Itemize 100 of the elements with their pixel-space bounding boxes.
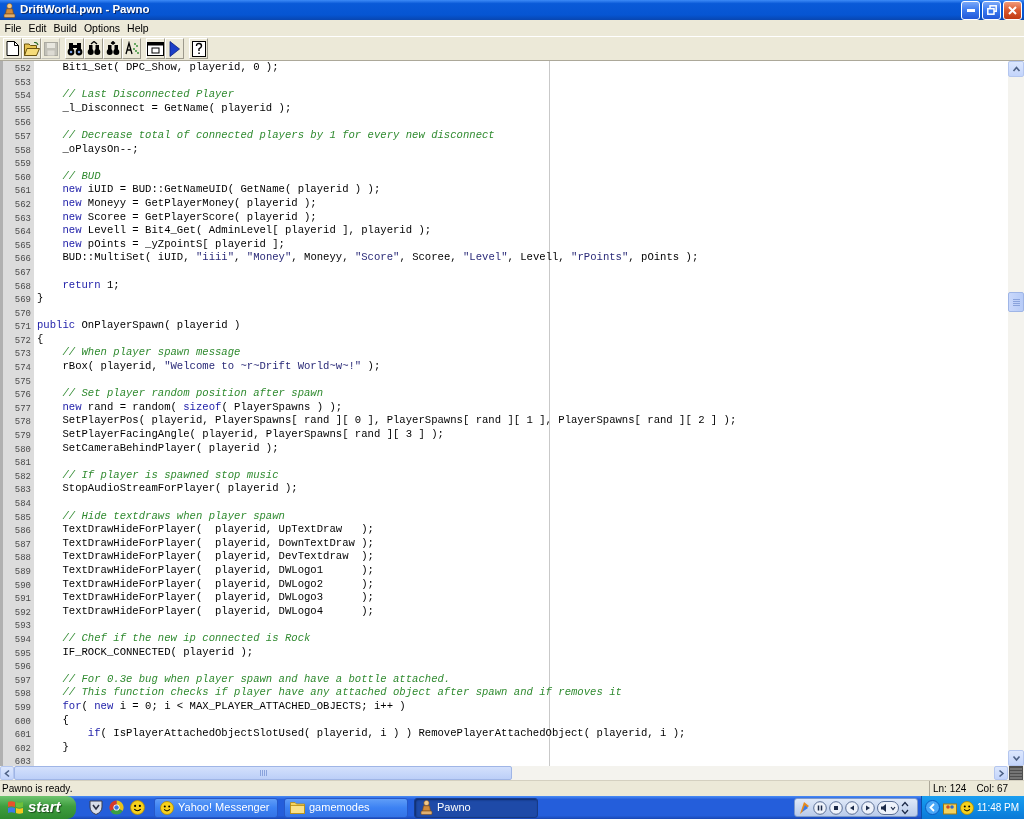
replace-button[interactable] — [103, 38, 122, 59]
code-line: SetCameraBehindPlayer( playerid ); — [62, 441, 279, 454]
scroll-right-button[interactable] — [994, 766, 1008, 780]
smiley-icon[interactable] — [960, 800, 974, 815]
line-number: 558 — [14, 145, 31, 156]
line-number: 561 — [14, 186, 31, 197]
line-number: 603 — [14, 757, 31, 766]
clock: 11:48 PM — [977, 801, 1020, 815]
line-number: 597 — [14, 675, 31, 686]
code-line: TextDrawHideForPlayer( playerid, DevTextdraw ); — [62, 550, 374, 563]
menu-item[interactable]: Build — [50, 21, 81, 35]
pawn-figure-icon — [3, 2, 16, 18]
scroll-down-button[interactable] — [1008, 750, 1024, 766]
line-number: 569 — [14, 295, 31, 306]
line-number: 592 — [14, 607, 31, 618]
line-number: 566 — [14, 254, 31, 265]
stop-icon[interactable] — [829, 800, 843, 815]
help-button[interactable] — [189, 38, 208, 59]
line-number: 589 — [14, 566, 31, 577]
menu-item[interactable]: File — [1, 21, 25, 35]
compile-button[interactable] — [165, 38, 184, 59]
line-number: 595 — [14, 648, 31, 659]
line-number: 587 — [14, 539, 31, 550]
code-line: // If player is spawned stop music — [62, 468, 279, 481]
line-number: 574 — [14, 363, 31, 374]
code-line: // This function checks if player have any attached object after spawn and if removes it — [62, 686, 622, 699]
menu-item[interactable]: Help — [123, 21, 153, 35]
scroll-left-button[interactable] — [0, 766, 14, 780]
line-number: 555 — [14, 104, 31, 115]
new-file-button[interactable] — [3, 38, 22, 59]
find-next-button[interactable] — [84, 38, 103, 59]
close-button[interactable] — [1003, 0, 1022, 20]
taskbar-button[interactable]: Pawno — [414, 797, 538, 818]
minimize-button[interactable] — [961, 0, 980, 20]
line-number: 584 — [14, 499, 31, 509]
line-number: 557 — [14, 131, 31, 142]
line-number: 601 — [14, 730, 31, 741]
code-line: return 1; — [62, 278, 120, 291]
previous-icon[interactable] — [845, 800, 859, 815]
scrollbar-thumb[interactable] — [14, 766, 512, 780]
line-number: 599 — [14, 702, 31, 713]
speaker-icon[interactable] — [877, 800, 899, 815]
code-line: // Chef if the new ip connected is Rock — [62, 631, 311, 644]
line-number: 563 — [14, 213, 31, 224]
taskbar-button[interactable]: Yahoo! Messenger — [154, 797, 278, 818]
chevron-left-icon[interactable] — [925, 800, 940, 815]
line-number: 580 — [14, 444, 31, 455]
code-line: new rand = random( sizeof( PlayerSpawns ) ); — [62, 400, 343, 413]
line-number: 565 — [14, 240, 31, 251]
window-button[interactable] — [146, 38, 165, 59]
line-number: 560 — [14, 172, 31, 183]
scrollbar-thumb[interactable] — [1008, 292, 1024, 312]
taskbar-button[interactable]: gamemodes — [284, 797, 408, 818]
line-number: 600 — [14, 716, 31, 727]
play-triangle-icon — [169, 40, 180, 57]
line-number: 583 — [14, 485, 31, 496]
code-line: // BUD — [62, 169, 101, 182]
open-folder-icon — [23, 41, 40, 56]
code-line: TextDrawHideForPlayer( playerid, DWLogo2 ); — [62, 577, 374, 590]
up-down-arrows-icon[interactable] — [901, 800, 909, 815]
menu-item[interactable]: Options — [80, 21, 124, 35]
window-icon — [147, 41, 164, 56]
line-number: 593 — [14, 621, 31, 632]
pause-icon[interactable] — [813, 800, 827, 815]
code-line: SetPlayerPos( playerid, PlayerSpawns[ rand ][ 0 ], PlayerSpawns[ rand ][ 1 ], PlayerSpawns[ rand ][ 2 ] ); — [62, 414, 737, 427]
code-line: for( new i = 0; i < MAX_PLAYER_ATTACHED_OBJECTS; i++ ) — [62, 699, 406, 712]
folder-icon — [290, 801, 305, 814]
line-indicator: Ln: 124 — [933, 782, 967, 796]
shield-arrow-icon[interactable] — [89, 800, 103, 815]
code-line: if( IsPlayerAttachedObjectSlotUsed( playerid, i ) ) RemovePlayerAttachedObject( playerid, i ); — [87, 727, 686, 740]
code-line: { — [37, 332, 44, 345]
code-line: // For 0.3e bug when player spawn and have a bottle attached. — [62, 672, 451, 685]
tricolor-circle-icon[interactable] — [109, 800, 124, 815]
question-mark-icon — [191, 40, 206, 57]
line-number: 552 — [14, 64, 31, 74]
code-line: } — [37, 292, 44, 305]
code-line: StopAudioStreamForPlayer( playerid ); — [62, 482, 298, 495]
smiley-icon — [160, 800, 174, 815]
column-indicator: Col: 67 — [976, 782, 1009, 796]
code-line: TextDrawHideForPlayer( playerid, DownTextDraw ); — [62, 536, 374, 549]
restore-button[interactable] — [982, 0, 1001, 20]
next-icon[interactable] — [861, 800, 875, 815]
line-number: 568 — [14, 281, 31, 292]
line-number: 573 — [14, 349, 31, 360]
goto-button[interactable] — [122, 38, 141, 59]
code-line: SetPlayerFacingAngle( playerid, PlayerSpawns[ rand ][ 3 ] ); — [62, 428, 444, 441]
menu-item[interactable]: Edit — [24, 21, 50, 35]
code-line: Bit1_Set( DPC_Show, playerid, 0 ); — [62, 61, 279, 73]
code-line: // Set player random position after spawn — [62, 387, 324, 400]
line-number: 567 — [14, 267, 31, 278]
restore-icon — [986, 5, 997, 15]
open-file-button[interactable] — [22, 38, 41, 59]
find-button[interactable] — [65, 38, 84, 59]
smiley-icon[interactable] — [130, 800, 145, 815]
line-number: 579 — [14, 431, 31, 442]
code-line: new iUID = BUD::GetNameUID( GetName( playerid ) ); — [62, 183, 381, 196]
line-number: 556 — [14, 118, 31, 129]
code-line: TextDrawHideForPlayer( playerid, UpTextDraw ); — [62, 523, 374, 536]
binoculars-pencil-icon — [104, 41, 121, 56]
scroll-up-button[interactable] — [1008, 61, 1024, 77]
